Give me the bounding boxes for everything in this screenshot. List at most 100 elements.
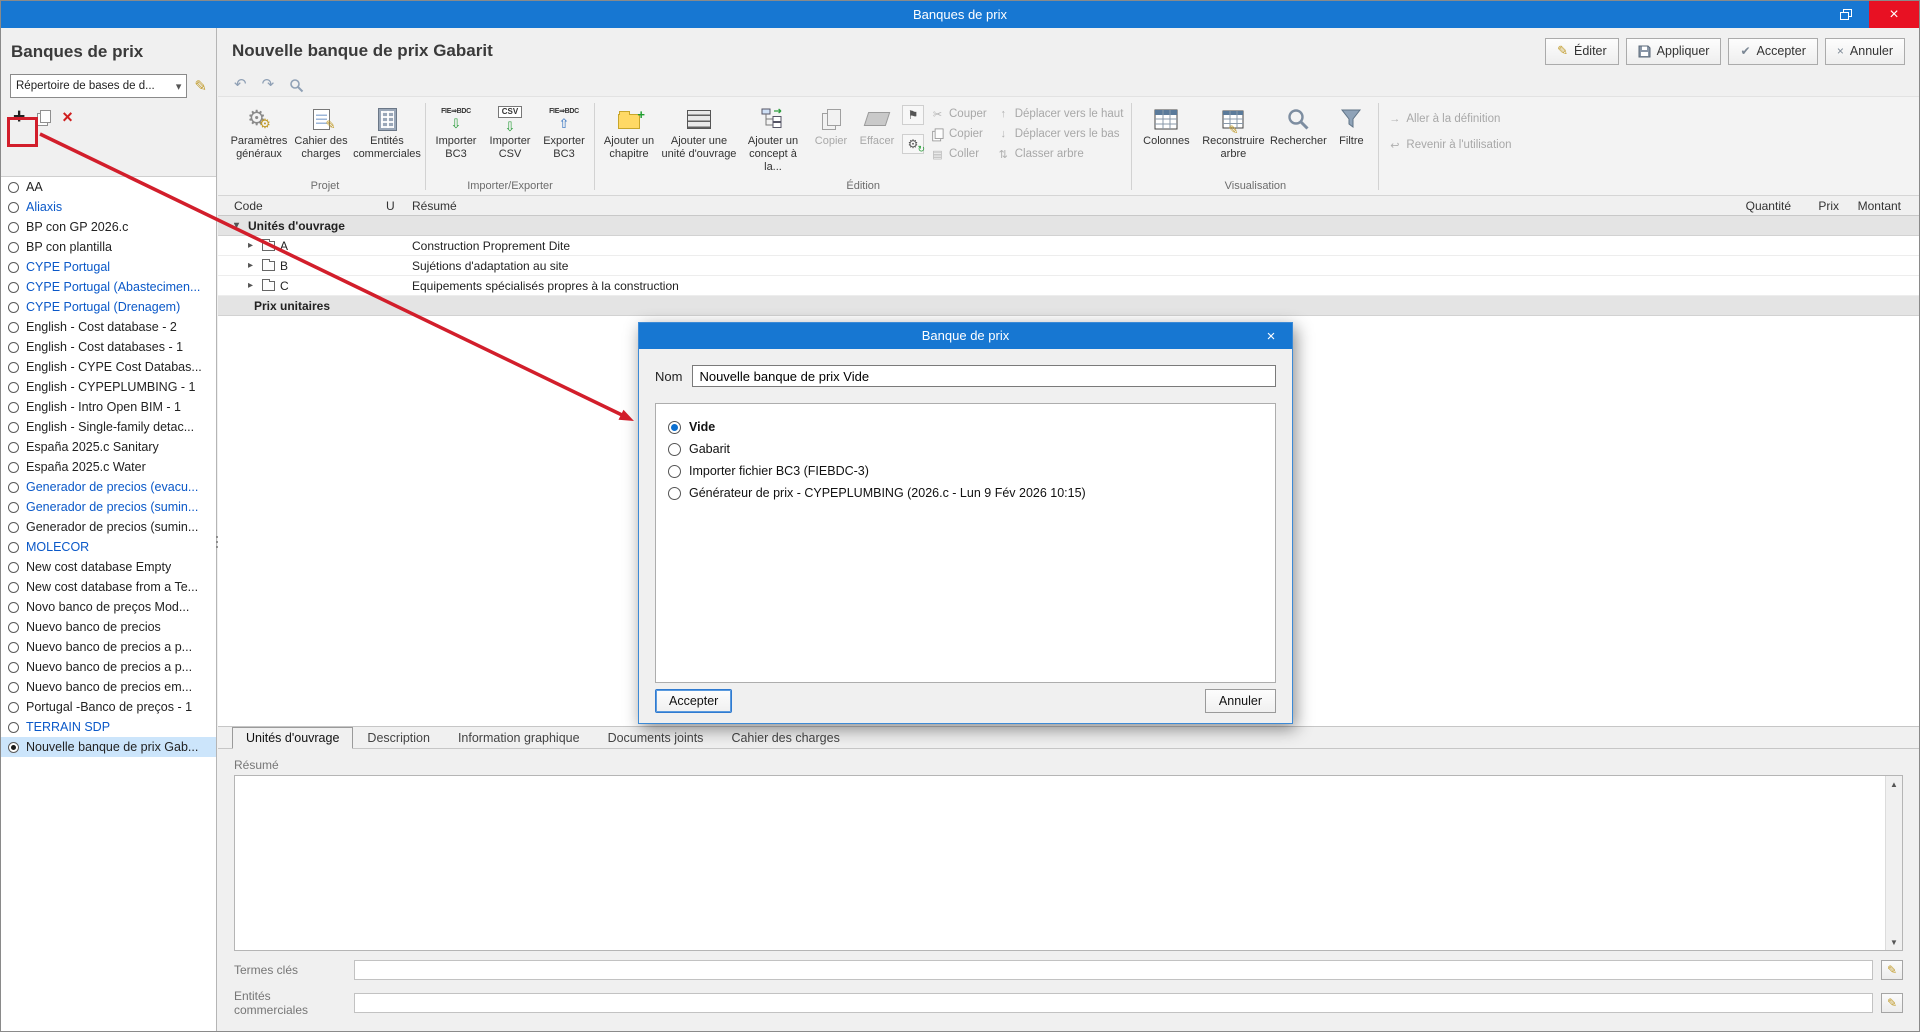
add-bank-button[interactable]: + (13, 106, 25, 127)
cut-button[interactable]: ✂ Couper (931, 106, 987, 122)
copy-button[interactable]: Copier (931, 126, 987, 142)
bank-list-item[interactable]: Nuevo banco de precios a p... (1, 657, 216, 677)
column-u[interactable]: U (386, 199, 412, 213)
detail-tab[interactable]: Unités d'ouvrage (232, 727, 354, 749)
import-bc3-button[interactable]: FIE⇒BDC ⇩ Importer BC3 (429, 98, 483, 179)
cancel-button[interactable]: × Annuler (1824, 37, 1905, 65)
general-parameters-button[interactable]: ⚙ ⚙ Paramètres généraux (228, 98, 290, 179)
undo-button[interactable]: ↶ (234, 77, 247, 92)
column-quantite[interactable]: Quantité (1696, 199, 1791, 213)
bank-list-item[interactable]: Nuevo banco de precios em... (1, 677, 216, 697)
bank-list-item[interactable]: Generador de precios (evacu... (1, 477, 216, 497)
creation-mode-radio[interactable]: Importer fichier BC3 (FIEBDC-3) (668, 460, 1263, 482)
bank-list-item[interactable]: New cost database from a Te... (1, 577, 216, 597)
expand-icon[interactable]: ▾ (234, 220, 243, 231)
chevron-right-icon[interactable]: ▸ (248, 280, 257, 291)
add-concept-button[interactable]: Ajouter un concept à la... (738, 98, 808, 179)
copy-bank-button[interactable] (37, 109, 52, 126)
bank-list-item[interactable]: English - Intro Open BIM - 1 (1, 397, 216, 417)
bank-list-item[interactable]: New cost database Empty (1, 557, 216, 577)
bank-list-item[interactable]: España 2025.c Water (1, 457, 216, 477)
column-prix[interactable]: Prix (1791, 199, 1839, 213)
sort-tree-button[interactable]: ⇅ Classer arbre (997, 146, 1124, 162)
rebuild-tree-button[interactable]: ✎ Reconstruire arbre (1197, 98, 1269, 179)
table-row[interactable]: ▸ B Sujétions d'adaptation au site (218, 256, 1919, 276)
chevron-right-icon[interactable]: ▸ (248, 260, 257, 271)
column-resume[interactable]: Résumé (412, 199, 1696, 213)
bank-list-item[interactable]: English - Cost database - 2 (1, 317, 216, 337)
columns-button[interactable]: Colonnes (1135, 98, 1197, 179)
bank-list-item[interactable]: CYPE Portugal (1, 257, 216, 277)
detail-tab[interactable]: Description (353, 727, 444, 748)
add-chapter-button[interactable]: + Ajouter un chapitre (598, 98, 660, 179)
creation-mode-radio[interactable]: Gabarit (668, 438, 1263, 460)
scroll-down-icon[interactable]: ▼ (1886, 934, 1902, 950)
paste-button[interactable]: ▤ Coller (931, 146, 987, 162)
edit-button[interactable]: ✎ Éditer (1545, 37, 1619, 65)
commercial-entities-button[interactable]: Entités commerciales (352, 98, 422, 179)
bank-list-item[interactable]: Generador de precios (sumin... (1, 497, 216, 517)
edit-keywords-button[interactable]: ✎ (1881, 960, 1903, 980)
entities-input[interactable] (354, 993, 1873, 1013)
repository-dropdown[interactable]: Répertoire de bases de d... ▾ (10, 74, 188, 98)
bank-list-item[interactable]: English - CYPE Cost Databas... (1, 357, 216, 377)
search-button[interactable]: Rechercher (1269, 98, 1327, 179)
table-row[interactable]: ▸ A Construction Proprement Dite (218, 236, 1919, 256)
move-up-button[interactable]: ↑ Déplacer vers le haut (997, 106, 1123, 122)
close-window-button[interactable]: × (1869, 1, 1919, 28)
bank-list-item[interactable]: AA (1, 177, 216, 197)
copy-concept-button[interactable]: Copier (808, 98, 854, 179)
restore-window-button[interactable] (1823, 1, 1869, 28)
group-row-unites-ouvrage[interactable]: ▾ Unités d'ouvrage (218, 216, 1919, 236)
erase-concept-button[interactable]: Effacer (854, 98, 900, 179)
bank-list-item[interactable]: Nuevo banco de precios (1, 617, 216, 637)
bank-list-item[interactable]: Generador de precios (sumin... (1, 517, 216, 537)
bank-list-item[interactable]: Novo banco de preços Mod... (1, 597, 216, 617)
accept-button[interactable]: ✔ Accepter (1728, 37, 1818, 65)
creation-mode-radio[interactable]: Vide (668, 416, 1263, 438)
creation-mode-radio[interactable]: Générateur de prix - CYPEPLUMBING (2026.… (668, 482, 1263, 504)
add-work-unit-button[interactable]: Ajouter une unité d'ouvrage (660, 98, 738, 179)
dialog-accept-button[interactable]: Accepter (655, 689, 733, 713)
scroll-up-icon[interactable]: ▲ (1886, 776, 1902, 792)
bank-list-item[interactable]: CYPE Portugal (Drenagem) (1, 297, 216, 317)
detail-tab[interactable]: Documents joints (594, 727, 718, 748)
bank-list-item[interactable]: CYPE Portugal (Abastecimen... (1, 277, 216, 297)
bank-list-item[interactable]: Nouvelle banque de prix Gab... (1, 737, 216, 757)
bank-list-item[interactable]: BP con GP 2026.c (1, 217, 216, 237)
column-montant[interactable]: Montant (1839, 199, 1901, 213)
bank-list-item[interactable]: Aliaxis (1, 197, 216, 217)
edit-repository-button[interactable]: ✎ (194, 77, 207, 95)
group-row-prix-unitaires[interactable]: Prix unitaires (218, 296, 1919, 316)
bank-list-item[interactable]: English - CYPEPLUMBING - 1 (1, 377, 216, 397)
bank-list-item[interactable]: MOLECOR (1, 537, 216, 557)
specifications-button[interactable]: ✎ Cahier des charges (290, 98, 352, 179)
bank-list-item[interactable]: Nuevo banco de precios a p... (1, 637, 216, 657)
redo-button[interactable]: ↷ (262, 77, 275, 92)
dialog-close-button[interactable]: × (1250, 323, 1292, 349)
go-to-definition-button[interactable]: → Aller à la définition (1388, 111, 1511, 127)
resume-textarea[interactable]: ▲ ▼ (234, 775, 1903, 951)
resume-scrollbar[interactable]: ▲ ▼ (1885, 776, 1902, 950)
apply-button[interactable]: Appliquer (1625, 37, 1722, 65)
parametric-flag-button[interactable]: ⚑ (902, 105, 924, 125)
export-bc3-button[interactable]: FIE⇒BDC ⇧ Exporter BC3 (537, 98, 591, 179)
bank-list-item[interactable]: English - Cost databases - 1 (1, 337, 216, 357)
bank-list-item[interactable]: English - Single-family detac... (1, 417, 216, 437)
chevron-right-icon[interactable]: ▸ (248, 240, 257, 251)
filter-button[interactable]: Filtre (1327, 98, 1375, 179)
panel-splitter-handle[interactable] (213, 525, 220, 559)
window-titlebar[interactable]: Banques de prix × (1, 1, 1919, 28)
column-code[interactable]: Code (234, 199, 386, 213)
dialog-titlebar[interactable]: Banque de prix × (639, 323, 1292, 349)
back-to-use-button[interactable]: ↩ Revenir à l'utilisation (1388, 137, 1511, 153)
delete-bank-button[interactable]: × (62, 108, 73, 126)
zoom-search-button[interactable] (289, 78, 304, 93)
table-row[interactable]: ▸ C Equipements spécialisés propres à la… (218, 276, 1919, 296)
move-down-button[interactable]: ↓ Déplacer vers le bas (997, 126, 1124, 142)
bank-list-item[interactable]: España 2025.c Sanitary (1, 437, 216, 457)
detail-tab[interactable]: Cahier des charges (717, 727, 853, 748)
bank-list-item[interactable]: TERRAIN SDP (1, 717, 216, 737)
bank-list-item[interactable]: BP con plantilla (1, 237, 216, 257)
import-csv-button[interactable]: CSV ⇩ Importer CSV (483, 98, 537, 179)
